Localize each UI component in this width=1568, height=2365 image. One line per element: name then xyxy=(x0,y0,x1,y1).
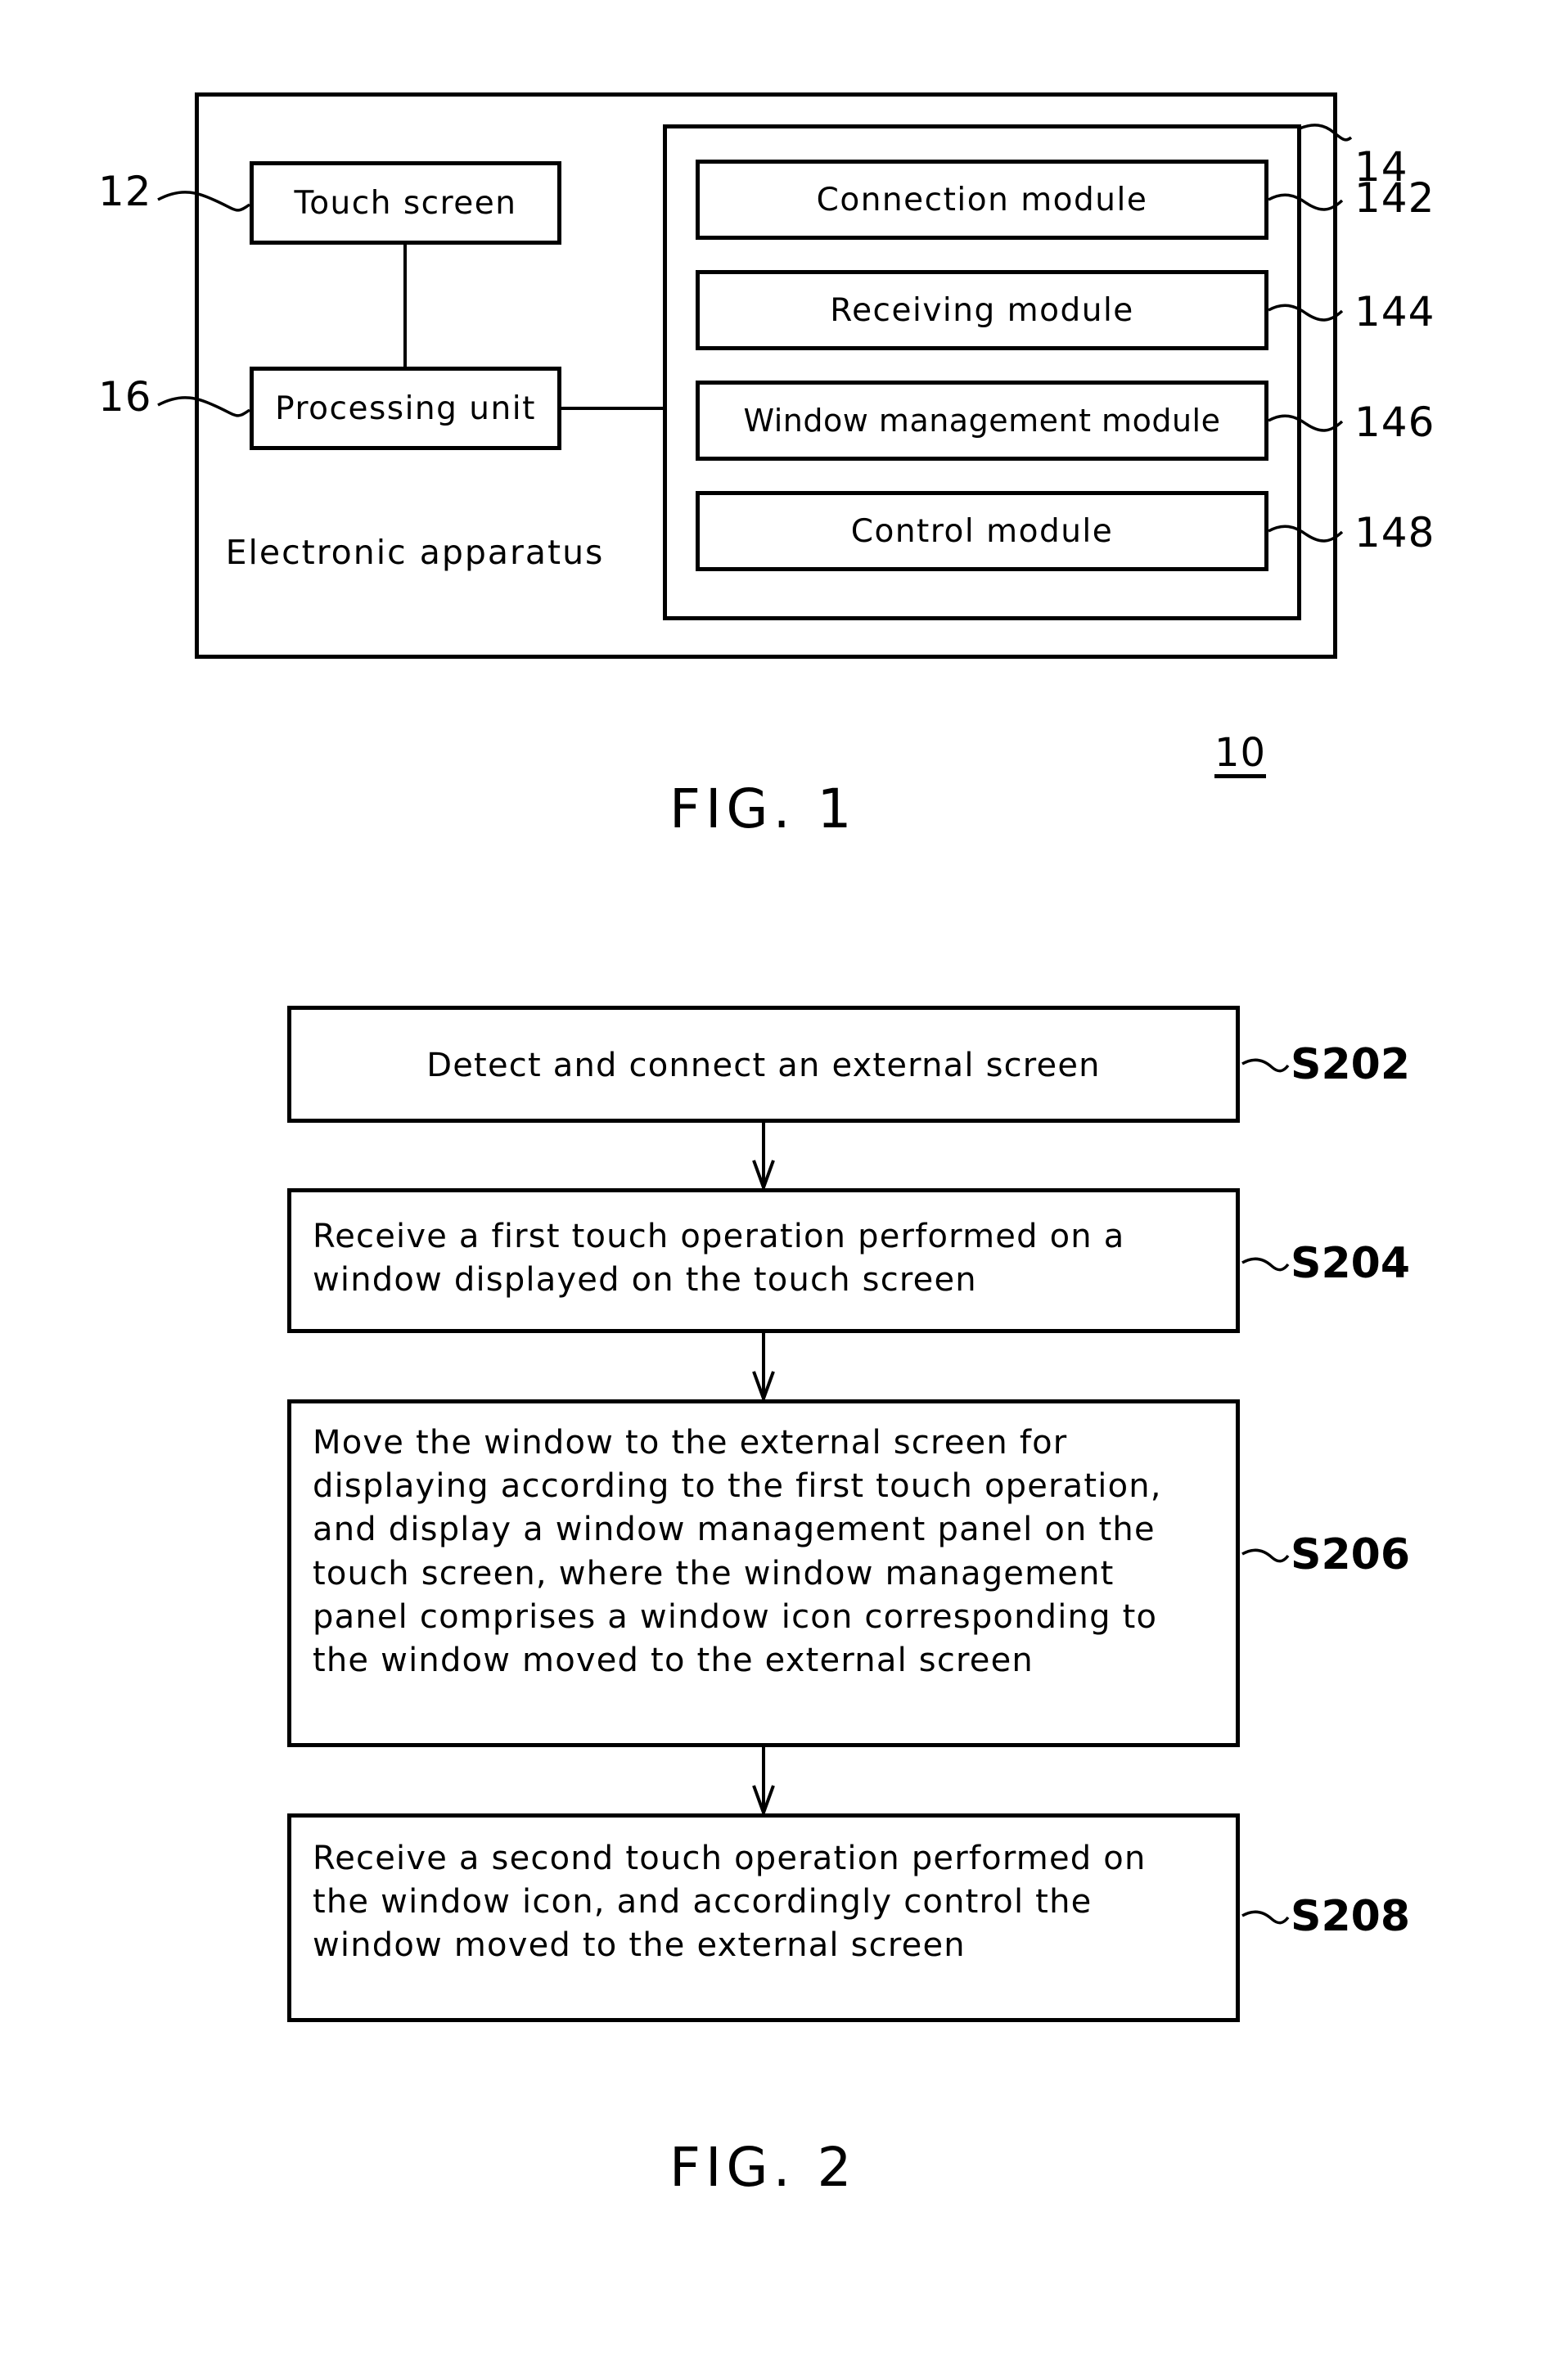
flowchart-step-s204-label: S204 xyxy=(1291,1239,1410,1288)
leader-line-s202 xyxy=(1241,1058,1290,1073)
electronic-apparatus-text: Electronic apparatus xyxy=(225,533,605,572)
leader-line-s206 xyxy=(1241,1548,1290,1563)
block-window-management-module: Window management module xyxy=(696,381,1268,461)
block-touch-screen: Touch screen xyxy=(250,161,561,245)
figure-2-caption: FIG. 2 xyxy=(669,2136,857,2199)
block-control-module-label: Control module xyxy=(850,512,1114,550)
electronic-apparatus-label: Electronic apparatus xyxy=(223,528,607,577)
flowchart-step-s208-text: Receive a second touch operation perform… xyxy=(313,1840,1147,1965)
block-touch-screen-label: Touch screen xyxy=(294,184,517,222)
flowchart-step-s206-label: S206 xyxy=(1291,1530,1410,1579)
flowchart-step-s206: Move the window to the external screen f… xyxy=(287,1399,1240,1747)
flowchart-step-s204: Receive a first touch operation performe… xyxy=(287,1188,1240,1333)
flowchart-step-s206-text: Move the window to the external screen f… xyxy=(313,1424,1162,1679)
reference-numeral-146: 146 xyxy=(1354,399,1435,446)
reference-numeral-142: 142 xyxy=(1354,174,1435,222)
block-control-module: Control module xyxy=(696,491,1268,571)
block-processing-unit: Processing unit xyxy=(250,367,561,450)
flowchart-step-s208-label: S208 xyxy=(1291,1892,1410,1941)
flowchart-step-s202-text: Detect and connect an external screen xyxy=(426,1047,1101,1084)
reference-numeral-10: 10 xyxy=(1214,733,1267,778)
flow-arrow-s204-to-s206 xyxy=(752,1333,775,1403)
leader-line-s208 xyxy=(1241,1910,1290,1925)
block-processing-unit-label: Processing unit xyxy=(275,390,536,427)
block-connection-module: Connection module xyxy=(696,160,1268,240)
figure-1-caption: FIG. 1 xyxy=(669,777,857,840)
block-connection-module-label: Connection module xyxy=(816,181,1148,218)
flowchart-step-s208: Receive a second touch operation perform… xyxy=(287,1813,1240,2022)
flowchart-step-s202-label: S202 xyxy=(1291,1040,1410,1089)
block-window-management-module-label: Window management module xyxy=(743,403,1221,439)
flowchart-step-s204-text: Receive a first touch operation performe… xyxy=(313,1218,1125,1300)
flowchart-step-s202: Detect and connect an external screen xyxy=(287,1006,1240,1123)
block-receiving-module: Receiving module xyxy=(696,270,1268,350)
reference-numeral-148: 148 xyxy=(1354,509,1435,556)
flow-arrow-s206-to-s208 xyxy=(752,1747,775,1818)
leader-line-s204 xyxy=(1241,1257,1290,1272)
reference-numeral-12: 12 xyxy=(98,168,152,215)
flow-arrow-s202-to-s204 xyxy=(752,1123,775,1192)
reference-numeral-144: 144 xyxy=(1354,288,1435,336)
block-receiving-module-label: Receiving module xyxy=(830,291,1134,329)
reference-numeral-16: 16 xyxy=(98,373,152,421)
